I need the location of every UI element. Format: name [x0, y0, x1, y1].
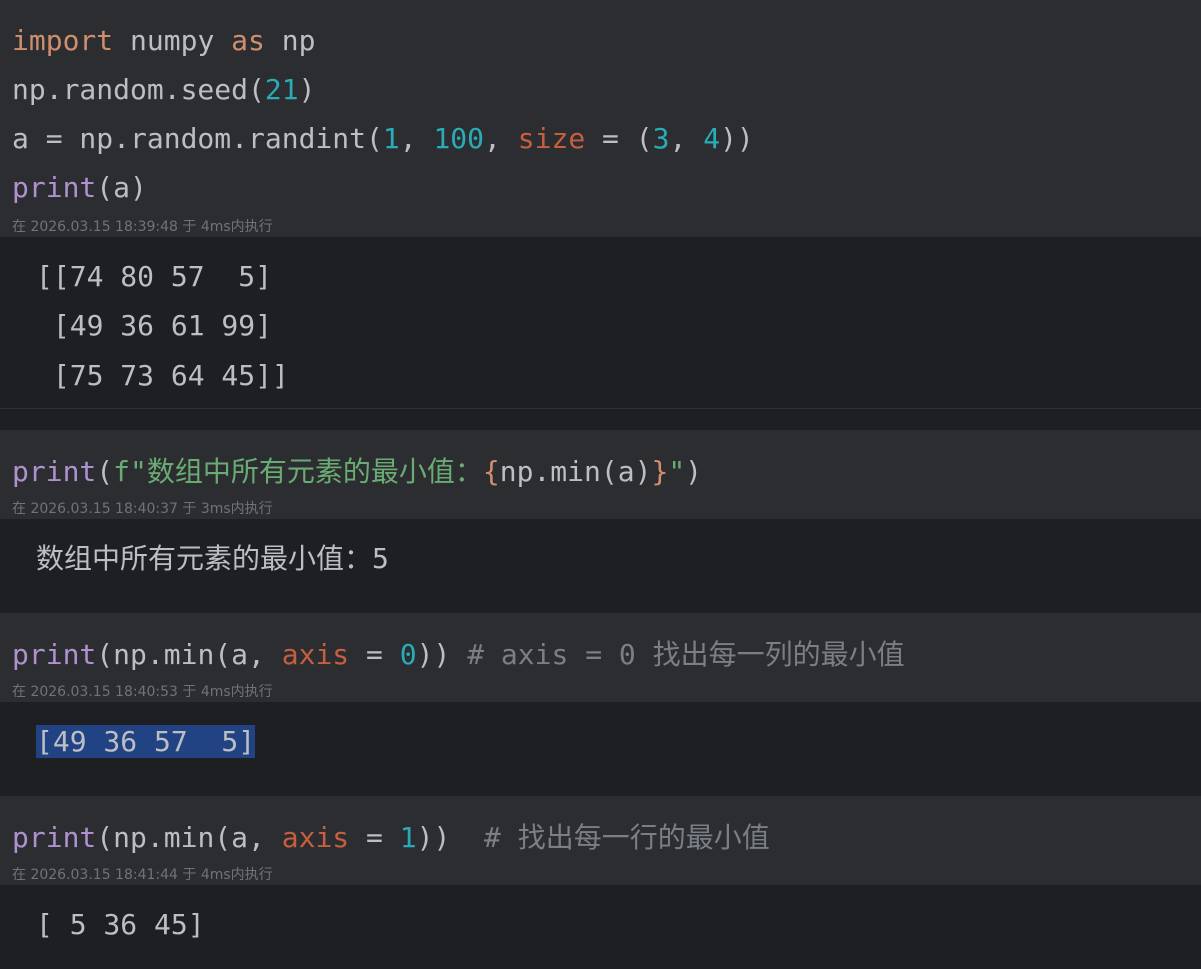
string-literal: " [668, 455, 686, 488]
code-cell-2[interactable]: print(f"数组中所有元素的最小值：{np.min(a)}") 在 2026… [0, 430, 1201, 519]
string-literal: f"数组中所有元素的最小值： [113, 455, 483, 488]
code-text: )) [416, 821, 485, 854]
keyword-argument: size [517, 122, 586, 155]
execution-info: 在 2026.03.15 18:41:44 于 4ms内执行 [12, 867, 273, 883]
code-line[interactable]: import numpy as np [12, 16, 315, 65]
code-comment: # 找出每一行的最小值 [484, 821, 770, 854]
output-line[interactable]: [49 36 61 99] [36, 301, 272, 350]
code-text: = [349, 821, 400, 854]
code-text: numpy [113, 24, 232, 57]
execution-info: 在 2026.03.15 18:40:37 于 3ms内执行 [12, 501, 273, 517]
number-literal: 1 [399, 821, 417, 854]
code-text: )) [720, 122, 754, 155]
output-cell-3: [49 36 57 5] [0, 702, 1201, 796]
output-line[interactable]: [49 36 57 5] [36, 717, 256, 766]
code-cell-3[interactable]: print(np.min(a, axis = 0)) # axis = 0 找出… [0, 613, 1201, 702]
builtin-function: print [12, 821, 97, 854]
code-text: , [399, 122, 434, 155]
code-text: , [669, 122, 704, 155]
builtin-function: print [12, 638, 97, 671]
output-cell-4: [ 5 36 45] [0, 885, 1201, 969]
execution-info: 在 2026.03.15 18:40:53 于 4ms内执行 [12, 684, 273, 700]
code-line[interactable]: np.random.seed(21) [12, 65, 315, 114]
builtin-function: print [12, 455, 97, 488]
execution-info: 在 2026.03.15 18:39:48 于 4ms内执行 [12, 219, 273, 235]
code-text: np.random.seed( [12, 73, 265, 106]
code-text: )) [416, 638, 468, 671]
code-text: = [349, 638, 400, 671]
keyword: as [231, 24, 265, 57]
code-cell-1[interactable]: import numpy as np np.random.seed(21) a … [0, 0, 1201, 237]
code-text: np [264, 24, 316, 57]
output-line[interactable]: [ 5 36 45] [36, 900, 205, 949]
output-line[interactable]: [[74 80 57 5] [36, 252, 272, 301]
code-text: ) [298, 73, 316, 106]
code-line[interactable]: print(a) [12, 163, 147, 212]
code-text: ) [685, 455, 703, 488]
output-line[interactable]: [75 73 64 45]] [36, 351, 289, 400]
code-cell-4[interactable]: print(np.min(a, axis = 1)) # 找出每一行的最小值 在… [0, 796, 1201, 885]
code-line[interactable]: print(np.min(a, axis = 1)) # 找出每一行的最小值 [12, 813, 770, 862]
number-literal: 21 [264, 73, 299, 106]
keyword: import [12, 24, 114, 57]
number-literal: 3 [652, 122, 670, 155]
code-line[interactable]: print(np.min(a, axis = 0)) # axis = 0 找出… [12, 630, 905, 679]
keyword-argument: axis [281, 821, 350, 854]
code-comment: # axis = 0 找出每一列的最小值 [467, 638, 905, 671]
code-text: np.min(a) [499, 455, 652, 488]
code-text: = ( [585, 122, 653, 155]
cell-divider [0, 408, 1201, 409]
code-text: (a) [96, 171, 147, 204]
output-cell-2: 数组中所有元素的最小值：5 [0, 519, 1201, 613]
number-literal: 100 [433, 122, 485, 155]
fstring-brace: } [651, 455, 669, 488]
code-line[interactable]: print(f"数组中所有元素的最小值：{np.min(a)}") [12, 447, 702, 496]
code-text: (np.min(a, [96, 821, 282, 854]
code-text: , [484, 122, 518, 155]
code-text: a = np.random.randint( [12, 122, 383, 155]
output-line[interactable]: 数组中所有元素的最小值：5 [36, 534, 389, 583]
output-cell-1: [[74 80 57 5] [49 36 61 99] [75 73 64 45… [0, 237, 1201, 408]
number-literal: 4 [703, 122, 721, 155]
number-literal: 1 [382, 122, 400, 155]
builtin-function: print [12, 171, 97, 204]
number-literal: 0 [399, 638, 417, 671]
code-text: (np.min(a, [96, 638, 282, 671]
selected-output-text[interactable]: [49 36 57 5] [36, 725, 256, 758]
code-text: ( [96, 455, 114, 488]
fstring-brace: { [482, 455, 500, 488]
code-line[interactable]: a = np.random.randint(1, 100, size = (3,… [12, 114, 754, 163]
keyword-argument: axis [281, 638, 350, 671]
